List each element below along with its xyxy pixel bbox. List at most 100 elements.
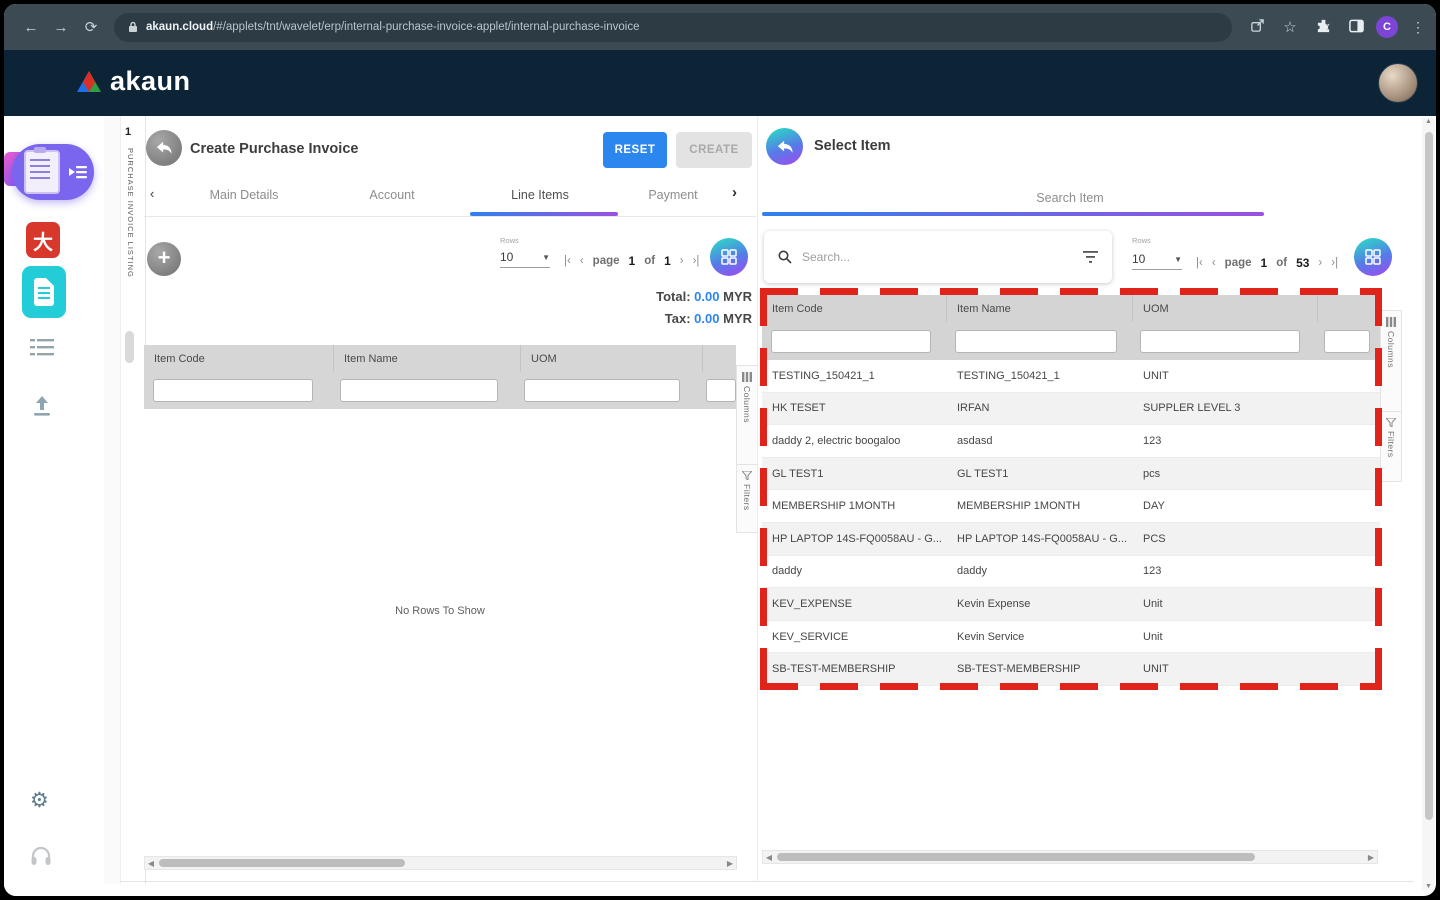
table-row[interactable]: daddy 2, electric boogaloo asdasd 123 bbox=[762, 425, 1380, 458]
page-vertical-scrollbar[interactable]: ▲ ▼ bbox=[1422, 118, 1435, 890]
share-icon[interactable] bbox=[1244, 18, 1270, 36]
cell-uom: 123 bbox=[1143, 565, 1162, 578]
col-header-item-name[interactable]: Item Name bbox=[947, 295, 1133, 322]
table-row[interactable]: HK TESET IRFAN SUPPLER LEVEL 3 bbox=[762, 392, 1380, 426]
prev-page-icon[interactable]: ‹ bbox=[1212, 257, 1216, 269]
current-page: 1 bbox=[1260, 256, 1268, 270]
right-scroll-thumb[interactable] bbox=[777, 853, 1255, 861]
collapsed-panel-scrollthumb[interactable] bbox=[125, 331, 134, 363]
tabs-scroll-right-icon[interactable]: › bbox=[732, 184, 737, 201]
left-horizontal-scrollbar[interactable]: ◀ ▶ bbox=[144, 856, 737, 870]
scroll-right-icon[interactable]: ▶ bbox=[724, 859, 736, 868]
collapsed-listing-panel[interactable]: 1 PURCHASE INVOICE LISTING bbox=[120, 116, 146, 884]
back-button[interactable] bbox=[146, 130, 182, 166]
cell-uom: SUPPLER LEVEL 3 bbox=[1143, 402, 1241, 415]
prev-page-icon[interactable]: ‹ bbox=[580, 255, 584, 267]
filters-side-tab[interactable]: Filters bbox=[737, 465, 757, 543]
table-row[interactable]: MEMBERSHIP 1MONTH MEMBERSHIP 1MONTH DAY bbox=[762, 490, 1380, 523]
rows-per-page-select[interactable]: 10 ▼ bbox=[1132, 252, 1182, 270]
last-page-icon[interactable]: ›| bbox=[693, 255, 700, 267]
tab-search-item[interactable]: Search Item bbox=[762, 191, 1378, 205]
first-page-icon[interactable]: |‹ bbox=[564, 255, 571, 267]
funnel-icon bbox=[1386, 418, 1396, 427]
browser-profile-avatar[interactable]: C bbox=[1376, 16, 1398, 38]
akaun-logo[interactable]: akaun bbox=[76, 66, 191, 97]
tab-account[interactable]: Account bbox=[318, 188, 466, 202]
tab-line-items[interactable]: Line Items bbox=[466, 188, 614, 202]
filter-input-item-code[interactable] bbox=[153, 379, 313, 402]
back-icon[interactable]: ← bbox=[16, 19, 46, 36]
left-table-filter-row bbox=[144, 372, 736, 409]
collapsed-panel-label: PURCHASE INVOICE LISTING bbox=[126, 148, 135, 278]
filter-input-uom[interactable] bbox=[523, 379, 680, 402]
scroll-down-icon[interactable]: ▼ bbox=[1422, 883, 1435, 890]
filters-tab-label: Filters bbox=[742, 484, 752, 511]
filter-input-partial[interactable] bbox=[1324, 329, 1370, 353]
extensions-icon[interactable] bbox=[1310, 18, 1336, 36]
columns-icon bbox=[1386, 317, 1396, 327]
support-headset-icon[interactable] bbox=[30, 846, 52, 866]
kebab-menu-icon[interactable]: ⋮ bbox=[1405, 19, 1431, 36]
reset-button[interactable]: RESET bbox=[603, 132, 667, 168]
tab-payment[interactable]: Payment bbox=[614, 188, 732, 202]
address-bar[interactable]: akaun.cloud/#/applets/tnt/wavelet/erp/in… bbox=[114, 12, 1232, 42]
document-applet-icon[interactable] bbox=[22, 266, 66, 318]
filter-input-item-code[interactable] bbox=[771, 329, 931, 353]
first-page-icon[interactable]: |‹ bbox=[1196, 257, 1203, 269]
col-header-item-name[interactable]: Item Name bbox=[334, 345, 521, 372]
tabs-scroll-left-icon[interactable]: ‹ bbox=[150, 186, 154, 201]
upload-icon[interactable] bbox=[30, 394, 54, 418]
user-avatar[interactable] bbox=[1378, 63, 1418, 103]
filter-input-uom[interactable] bbox=[1140, 329, 1300, 353]
scroll-left-icon[interactable]: ◀ bbox=[763, 853, 775, 862]
grid-view-button[interactable] bbox=[710, 238, 748, 276]
total-value: 0.00 bbox=[694, 289, 720, 304]
right-horizontal-scrollbar[interactable]: ◀ ▶ bbox=[762, 850, 1378, 864]
table-row[interactable]: KEV_SERVICE Kevin Service Unit bbox=[762, 620, 1380, 654]
next-page-icon[interactable]: › bbox=[1318, 257, 1322, 269]
active-applet-purchase-invoice[interactable] bbox=[12, 144, 94, 200]
table-row[interactable]: HP LAPTOP 14S-FQ0058AU - G... HP LAPTOP … bbox=[762, 522, 1380, 556]
bookmark-star-icon[interactable]: ☆ bbox=[1277, 18, 1303, 36]
list-icon[interactable] bbox=[30, 338, 54, 358]
filter-input-partial[interactable] bbox=[706, 379, 736, 402]
col-header-item-code[interactable]: Item Code bbox=[144, 345, 334, 372]
col-header-item-code[interactable]: Item Code bbox=[762, 295, 947, 322]
last-page-icon[interactable]: ›| bbox=[1331, 257, 1338, 269]
left-table-body: No Rows To Show bbox=[144, 409, 736, 856]
filter-input-item-name[interactable] bbox=[955, 329, 1117, 353]
cell-item-code: HP LAPTOP 14S-FQ0058AU - G... bbox=[772, 532, 942, 545]
grid-view-button[interactable] bbox=[1354, 238, 1392, 276]
reload-icon[interactable]: ⟳ bbox=[76, 18, 106, 36]
pdf-applet-icon[interactable]: 大 bbox=[26, 222, 60, 258]
side-panel-icon[interactable] bbox=[1343, 19, 1369, 36]
columns-side-tab[interactable]: Columns bbox=[1381, 311, 1401, 412]
columns-side-tab[interactable]: Columns bbox=[737, 366, 757, 465]
filter-list-icon[interactable] bbox=[1083, 251, 1098, 263]
filter-input-item-name[interactable] bbox=[339, 379, 498, 402]
table-row[interactable]: GL TEST1 GL TEST1 pcs bbox=[762, 457, 1380, 491]
scroll-up-icon[interactable]: ▲ bbox=[1422, 118, 1435, 125]
select-item-back-button[interactable] bbox=[766, 128, 803, 165]
search-item-tab-underline bbox=[762, 212, 1264, 216]
add-line-item-button[interactable]: + bbox=[147, 242, 181, 276]
settings-gear-icon[interactable]: ⚙ bbox=[30, 788, 49, 813]
left-scroll-thumb[interactable] bbox=[159, 859, 405, 867]
scroll-right-icon[interactable]: ▶ bbox=[1365, 853, 1377, 862]
create-button[interactable]: CREATE bbox=[676, 132, 752, 168]
page-scroll-thumb[interactable] bbox=[1424, 132, 1433, 820]
tab-main-details[interactable]: Main Details bbox=[170, 188, 318, 202]
left-table-header: Item Code Item Name UOM bbox=[144, 345, 736, 372]
table-row[interactable]: TESTING_150421_1 TESTING_150421_1 UNIT bbox=[762, 360, 1380, 393]
next-page-icon[interactable]: › bbox=[680, 255, 684, 267]
col-header-uom[interactable]: UOM bbox=[1133, 295, 1318, 322]
filters-side-tab[interactable]: Filters bbox=[1381, 412, 1401, 490]
forward-icon[interactable]: → bbox=[46, 19, 76, 36]
table-row[interactable]: SB-TEST-MEMBERSHIP SB-TEST-MEMBERSHIP UN… bbox=[762, 653, 1380, 686]
search-input[interactable] bbox=[800, 249, 1083, 265]
scroll-left-icon[interactable]: ◀ bbox=[145, 859, 157, 868]
table-row[interactable]: daddy daddy 123 bbox=[762, 555, 1380, 589]
table-row[interactable]: KEV_EXPENSE Kevin Expense Unit bbox=[762, 588, 1380, 621]
rows-per-page-select[interactable]: 10 ▼ bbox=[500, 250, 550, 268]
col-header-uom[interactable]: UOM bbox=[521, 345, 703, 372]
